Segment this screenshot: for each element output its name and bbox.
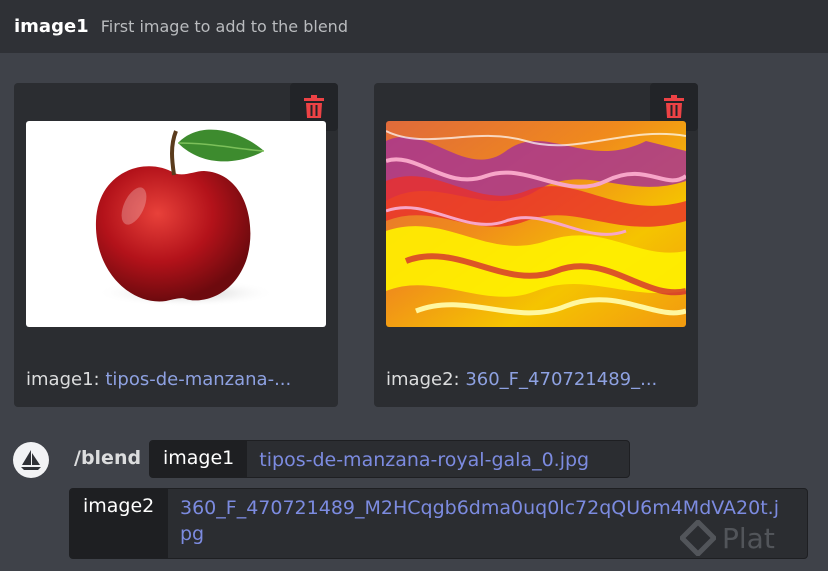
option-description: First image to add to the blend [100,17,348,36]
option-header: image1 First image to add to the blend [0,0,828,53]
option-key: image2 [70,489,168,558]
platzi-logo-icon [680,520,716,556]
attachment-label: image1: tipos-de-manzana-... [26,369,326,390]
trash-icon [304,95,324,118]
option-key: image1 [150,441,248,477]
bot-avatar[interactable] [13,442,49,478]
command-name: /blend [74,447,142,469]
attachment-filename-link[interactable]: tipos-de-manzana-... [105,369,291,390]
attachment-filename-link[interactable]: 360_F_470721489_... [465,369,657,390]
option-name: image1 [14,16,89,37]
attachment-card-image1: image1: tipos-de-manzana-... [14,83,338,407]
watermark-text: Plat [722,521,775,555]
attachment-label-prefix: image1: [26,369,100,390]
trash-icon [664,95,684,118]
image-preview-marble[interactable] [386,121,686,327]
attachment-card-image2: image2: 360_F_470721489_... [374,83,698,407]
image-preview-apple[interactable] [26,121,326,327]
option-value: tipos-de-manzana-royal-gala_0.jpg [259,449,590,471]
attachment-label: image2: 360_F_470721489_... [386,369,686,390]
platzi-watermark: Plat [680,520,775,556]
sailboat-icon [21,450,41,470]
command-option-image1[interactable]: image1 tipos-de-manzana-royal-gala_0.jpg [149,440,630,478]
attachment-label-prefix: image2: [386,369,460,390]
